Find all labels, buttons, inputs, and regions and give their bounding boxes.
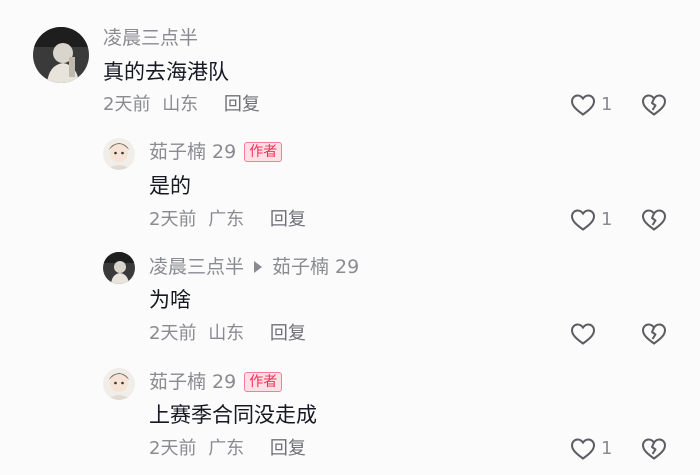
comment-item: 凌晨三点半 真的去海港队 2天前 山东 回复 1 [0,0,700,130]
heart-outline-icon [570,94,596,116]
comment-location: 广东 [208,438,245,459]
reply-to-username[interactable]: 茹子楠 29 [272,255,359,279]
like-count: 1 [601,438,613,459]
username-text[interactable]: 茹子楠 29 [149,140,236,164]
comment-location: 山东 [208,323,245,344]
comment-username[interactable]: 茹子楠 29 作者 [149,370,283,394]
comment-location: 广东 [208,209,245,230]
heart-outline-icon [570,209,596,231]
comment-location: 山东 [162,94,199,115]
broken-heart-icon [641,323,667,345]
avatar[interactable] [33,27,89,83]
comment-item: 凌晨三点半 茹子楠 29 为啥 2天前 山东 回复 [0,245,700,360]
reply-button[interactable]: 回复 [270,438,306,459]
reply-button[interactable]: 回复 [270,323,306,344]
like-button[interactable]: 1 [570,208,612,232]
comment-text: 为啥 [149,288,191,312]
author-badge: 作者 [244,372,283,392]
comment-meta: 2天前 广东 回复 [149,208,306,232]
comment-time: 2天前 [149,438,197,459]
comment-text: 上赛季合同没走成 [149,403,317,427]
broken-heart-icon [641,438,667,460]
heart-outline-icon [570,438,596,460]
reply-arrow-icon [254,261,263,273]
comment-item: 茹子楠 29 作者 上赛季合同没走成 2天前 广东 回复 1 [0,360,700,475]
comment-username[interactable]: 凌晨三点半 茹子楠 29 [149,255,359,279]
broken-heart-icon [641,209,667,231]
comment-time: 2天前 [103,94,151,115]
comment-item: 茹子楠 29 作者 是的 2天前 广东 回复 1 [0,130,700,245]
like-count: 1 [601,94,613,115]
comment-text: 是的 [149,174,191,198]
broken-heart-icon [641,94,667,116]
reply-button[interactable]: 回复 [270,209,306,230]
like-button[interactable]: 1 [570,93,612,117]
comment-time: 2天前 [149,323,197,344]
like-count: 1 [601,209,613,230]
comment-time: 2天前 [149,209,197,230]
dislike-button[interactable] [641,208,667,236]
comment-username[interactable]: 凌晨三点半 [103,26,198,50]
comment-meta: 2天前 山东 回复 [149,322,306,346]
username-text[interactable]: 凌晨三点半 [149,255,244,279]
dislike-button[interactable] [641,437,667,465]
author-badge: 作者 [244,142,283,162]
avatar[interactable] [103,252,135,284]
comment-text: 真的去海港队 [103,60,229,84]
username-text[interactable]: 茹子楠 29 [149,370,236,394]
like-button[interactable] [570,322,601,346]
reply-button[interactable]: 回复 [224,94,260,115]
dislike-button[interactable] [641,93,667,121]
like-button[interactable]: 1 [570,437,612,461]
comment-meta: 2天前 广东 回复 [149,437,306,461]
username-text[interactable]: 凌晨三点半 [103,26,198,50]
dislike-button[interactable] [641,322,667,350]
comment-username[interactable]: 茹子楠 29 作者 [149,140,283,164]
heart-outline-icon [570,323,596,345]
avatar[interactable] [103,138,135,170]
avatar[interactable] [103,368,135,400]
comment-meta: 2天前 山东 回复 [103,93,260,117]
